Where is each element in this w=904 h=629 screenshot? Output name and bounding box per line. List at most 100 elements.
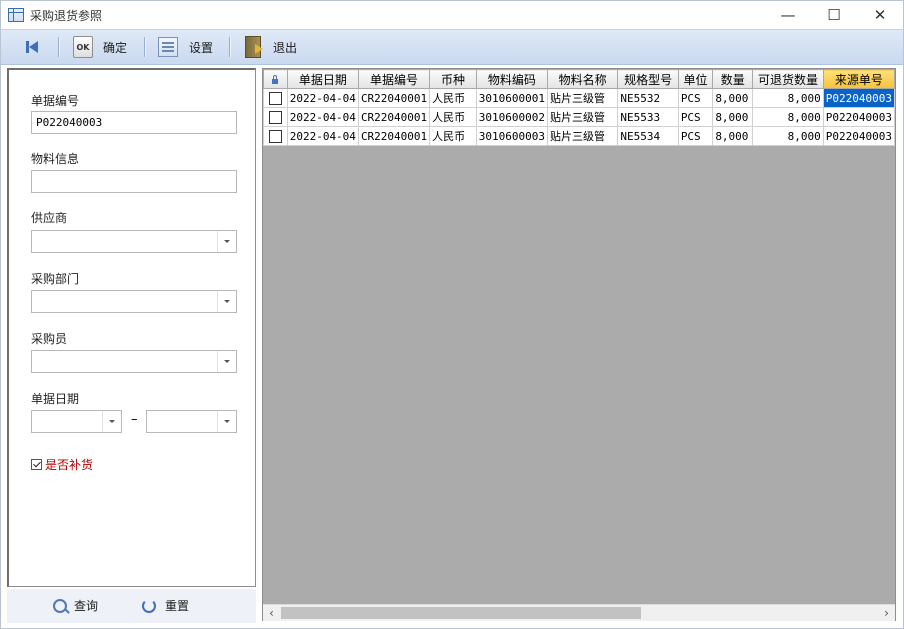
settings-button[interactable]: 设置: [158, 33, 213, 61]
cell-doc-no[interactable]: CR22040001: [357, 126, 431, 146]
table-row[interactable]: 2022-04-04 CR22040001 人民币 3010600003 贴片三…: [263, 126, 895, 146]
cell-source-no[interactable]: P022040003: [822, 107, 895, 127]
column-header-active[interactable]: 来源单号: [822, 69, 895, 89]
minimize-button[interactable]: —: [765, 1, 811, 29]
chevron-down-icon[interactable]: [217, 411, 236, 432]
column-header[interactable]: 数量: [712, 69, 754, 89]
results-grid[interactable]: 单据日期 单据编号 币种 物料编码 物料名称 规格型号 单位 数量 可退货数量 …: [262, 68, 896, 621]
close-button[interactable]: ✕: [857, 1, 903, 29]
toolbar-separator: [144, 37, 145, 57]
buyer-combo[interactable]: [31, 350, 237, 373]
row-checkbox[interactable]: [268, 110, 282, 124]
table-row[interactable]: 2022-04-04 CR22040001 人民币 3010600002 贴片三…: [263, 107, 895, 127]
row-select-cell[interactable]: [263, 126, 288, 146]
undo-icon: [142, 598, 156, 613]
date-to-picker[interactable]: [146, 410, 237, 433]
cell-qty[interactable]: 8,000: [712, 88, 754, 108]
table-row[interactable]: 2022-04-04 CR22040001 人民币 3010600001 贴片三…: [263, 88, 895, 108]
chevron-down-icon[interactable]: [102, 411, 121, 432]
exit-label: 退出: [273, 40, 298, 55]
supplier-combo[interactable]: [31, 230, 237, 253]
column-header[interactable]: 可退货数量: [752, 69, 824, 89]
maximize-button[interactable]: ☐: [811, 1, 857, 29]
column-header[interactable]: 单据日期: [286, 69, 359, 89]
query-button[interactable]: 查询: [53, 597, 98, 614]
cell-unit[interactable]: PCS: [677, 88, 714, 108]
doc-no-label: 单据编号: [31, 94, 80, 108]
cell-material-name[interactable]: 贴片三级管: [546, 88, 619, 108]
supplier-label: 供应商: [31, 211, 68, 225]
dept-combo[interactable]: [31, 290, 237, 313]
cell-material-name[interactable]: 贴片三级管: [546, 126, 619, 146]
cell-material-code[interactable]: 3010600003: [475, 126, 548, 146]
cell-spec[interactable]: NE5532: [617, 88, 679, 108]
restock-label: 是否补货: [45, 458, 94, 472]
chevron-down-icon[interactable]: [217, 291, 236, 312]
cell-source-no[interactable]: P022040003: [822, 126, 895, 146]
settings-label: 设置: [189, 40, 214, 55]
column-header[interactable]: 币种: [429, 69, 477, 89]
scroll-thumb[interactable]: [281, 607, 641, 619]
chevron-down-icon[interactable]: [217, 231, 236, 252]
cell-material-code[interactable]: 3010600001: [475, 88, 548, 108]
cell-doc-date[interactable]: 2022-04-04: [286, 88, 359, 108]
header-row: 单据日期 单据编号 币种 物料编码 物料名称 规格型号 单位 数量 可退货数量 …: [263, 69, 895, 89]
query-label: 查询: [74, 599, 99, 613]
cell-doc-date[interactable]: 2022-04-04: [286, 107, 359, 127]
chevron-down-icon[interactable]: [217, 351, 236, 372]
filter-actions-bar: 查询 重置: [7, 589, 256, 623]
search-icon: [53, 598, 67, 613]
cell-returnable-qty[interactable]: 8,000: [752, 88, 824, 108]
cell-spec[interactable]: NE5533: [617, 107, 679, 127]
select-all-header[interactable]: [263, 69, 288, 89]
date-from-picker[interactable]: [31, 410, 122, 433]
column-header[interactable]: 单据编号: [357, 69, 431, 89]
cell-doc-no[interactable]: CR22040001: [357, 88, 431, 108]
column-header[interactable]: 物料名称: [546, 69, 619, 89]
cell-qty[interactable]: 8,000: [712, 107, 754, 127]
title-bar: 采购退货参照 — ☐ ✕: [1, 1, 903, 29]
row-select-cell[interactable]: [263, 88, 288, 108]
cell-currency[interactable]: 人民币: [429, 107, 477, 127]
first-record-button[interactable]: [23, 33, 41, 61]
restock-checkbox[interactable]: [31, 459, 42, 470]
lock-icon: [272, 75, 279, 84]
cell-returnable-qty[interactable]: 8,000: [752, 126, 824, 146]
row-checkbox[interactable]: [268, 129, 282, 143]
cell-returnable-qty[interactable]: 8,000: [752, 107, 824, 127]
row-select-cell[interactable]: [263, 107, 288, 127]
cell-material-name[interactable]: 贴片三级管: [546, 107, 619, 127]
toolbar: OK 确定 设置 退出: [1, 29, 903, 65]
cell-material-code[interactable]: 3010600002: [475, 107, 548, 127]
filter-panel: 单据编号 P022040003 物料信息 供应商 采购部门 采购员 单据日期 –…: [7, 68, 256, 587]
column-header[interactable]: 规格型号: [617, 69, 679, 89]
restock-checkbox-row[interactable]: 是否补货: [31, 456, 93, 473]
cell-qty[interactable]: 8,000: [712, 126, 754, 146]
column-header[interactable]: 物料编码: [475, 69, 548, 89]
dialog-window: 采购退货参照 — ☐ ✕ OK 确定 设置 退出 单据编号 P022040003…: [0, 0, 904, 629]
cell-source-no[interactable]: P022040003: [822, 88, 895, 108]
cell-unit[interactable]: PCS: [677, 126, 714, 146]
exit-door-icon: [245, 36, 263, 58]
scroll-right-icon[interactable]: ›: [878, 605, 895, 621]
toolbar-separator: [58, 37, 59, 57]
material-input[interactable]: [31, 170, 237, 193]
cell-spec[interactable]: NE5534: [617, 126, 679, 146]
row-checkbox[interactable]: [268, 91, 282, 105]
date-range-separator: –: [131, 412, 138, 427]
confirm-button[interactable]: OK 确定: [73, 33, 127, 61]
exit-button[interactable]: 退出: [245, 33, 297, 61]
confirm-label: 确定: [103, 40, 128, 55]
scroll-left-icon[interactable]: ‹: [263, 605, 280, 621]
cell-currency[interactable]: 人民币: [429, 126, 477, 146]
cell-currency[interactable]: 人民币: [429, 88, 477, 108]
cell-unit[interactable]: PCS: [677, 107, 714, 127]
buyer-label: 采购员: [31, 332, 68, 346]
horizontal-scrollbar[interactable]: ‹ ›: [263, 604, 895, 621]
doc-no-input[interactable]: P022040003: [31, 111, 237, 134]
reset-button[interactable]: 重置: [142, 597, 189, 614]
cell-doc-date[interactable]: 2022-04-04: [286, 126, 359, 146]
toolbar-separator: [229, 37, 230, 57]
cell-doc-no[interactable]: CR22040001: [357, 107, 431, 127]
column-header[interactable]: 单位: [677, 69, 714, 89]
